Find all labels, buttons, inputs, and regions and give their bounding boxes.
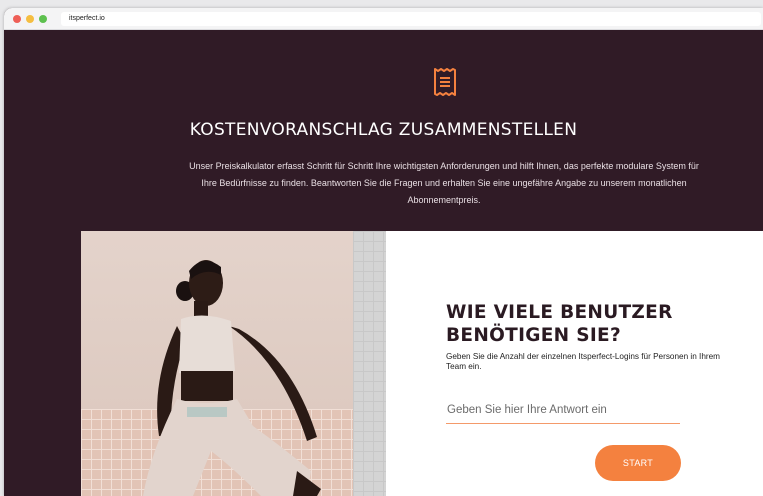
start-button[interactable]: START: [595, 445, 681, 481]
hero-photo: [81, 231, 386, 496]
receipt-icon: [434, 68, 456, 96]
minimize-window-button[interactable]: [26, 15, 34, 23]
hero-section: KOSTENVORANSCHLAG ZUSAMMENSTELLEN Unser …: [4, 30, 763, 496]
address-bar[interactable]: itsperfect.io: [61, 12, 761, 26]
question-title: WIE VIELE BENUTZER BENÖTIGEN SIE?: [446, 302, 673, 346]
question-description: Geben Sie die Anzahl der einzelnen Itspe…: [446, 352, 720, 371]
browser-window: itsperfect.io KOSTENVORANSCHLAG ZUSAMMEN…: [4, 8, 763, 496]
close-window-button[interactable]: [13, 15, 21, 23]
page-title: KOSTENVORANSCHLAG ZUSAMMENSTELLEN: [189, 120, 578, 140]
page-description: Unser Preiskalkulator erfasst Schritt fü…: [189, 161, 699, 205]
browser-titlebar: itsperfect.io: [4, 8, 763, 30]
question-card: WIE VIELE BENUTZER BENÖTIGEN SIE? Geben …: [386, 231, 763, 496]
maximize-window-button[interactable]: [39, 15, 47, 23]
model-illustration: [143, 260, 321, 496]
answer-input[interactable]: [446, 396, 680, 424]
